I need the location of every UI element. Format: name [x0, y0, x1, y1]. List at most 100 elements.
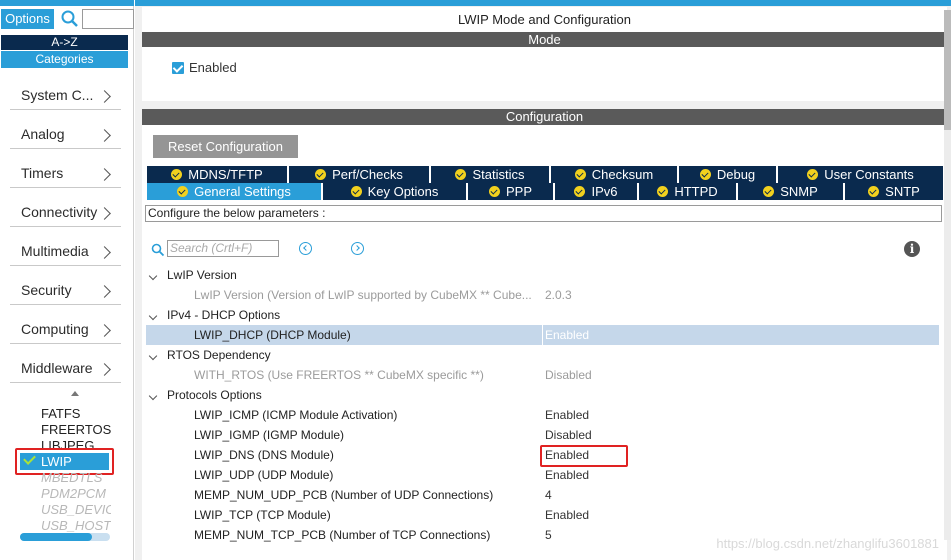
search-icon[interactable] [151, 243, 165, 257]
param-row[interactable]: LwIP Version (Version of LwIP supported … [146, 285, 939, 305]
tab-key-options[interactable]: Key Options [323, 183, 468, 200]
param-value[interactable]: Disabled [545, 425, 592, 445]
tab-label: General Settings [194, 184, 291, 199]
left-top-bar [0, 0, 134, 6]
tab-httpd[interactable]: HTTPD [639, 183, 738, 200]
chevron-right-icon [98, 324, 111, 337]
check-circle-icon [807, 169, 819, 180]
middleware-item-mbedtls[interactable]: MBEDTLS [41, 471, 102, 485]
tab-sntp[interactable]: SNTP [845, 183, 943, 200]
category-computing[interactable]: Computing [10, 306, 121, 344]
category-system-core[interactable]: System C... [10, 72, 121, 110]
category-security[interactable]: Security [10, 267, 121, 305]
scrollbar-thumb[interactable] [20, 533, 92, 541]
tab-snmp[interactable]: SNMP [738, 183, 845, 200]
reset-configuration-button[interactable]: Reset Configuration [153, 135, 298, 158]
category-label: Analog [21, 126, 65, 142]
configuration-section-header: Configuration [142, 109, 947, 125]
parameter-search-input[interactable]: Search (Crtl+F) [167, 240, 279, 257]
category-middleware[interactable]: Middleware [10, 345, 121, 383]
param-value[interactable]: Enabled [545, 325, 589, 345]
scroll-up-icon[interactable] [71, 391, 79, 396]
category-search-input[interactable] [82, 9, 134, 29]
collapse-arrow-icon [148, 391, 158, 401]
tab-label: SNMP [780, 184, 818, 199]
param-row[interactable]: LWIP_IGMP (IGMP Module) Disabled [146, 425, 939, 445]
mode-section-header: Mode [142, 32, 947, 47]
group-ipv4-dhcp[interactable]: IPv4 - DHCP Options [148, 305, 940, 325]
param-name: LWIP_TCP (TCP Module) [194, 508, 331, 522]
category-analog[interactable]: Analog [10, 111, 121, 149]
param-value[interactable]: Enabled [545, 465, 589, 485]
group-lwip-version[interactable]: LwIP Version [148, 265, 940, 285]
tab-label: HTTPD [674, 184, 718, 199]
scrollbar-thumb[interactable] [944, 10, 951, 130]
group-rtos-dependency[interactable]: RTOS Dependency [148, 345, 940, 365]
category-label: Computing [21, 321, 89, 337]
param-row[interactable]: MEMP_NUM_UDP_PCB (Number of UDP Connecti… [146, 485, 939, 505]
configuration-section: Reset Configuration MDNS/TFTP Perf/Check… [142, 125, 947, 560]
check-circle-icon [455, 169, 467, 180]
vertical-scrollbar[interactable] [944, 10, 951, 540]
middleware-item-pdm2pcm[interactable]: PDM2PCM [41, 487, 106, 501]
next-result-icon[interactable] [351, 242, 364, 255]
chevron-right-icon [98, 363, 111, 376]
category-timers[interactable]: Timers [10, 150, 121, 188]
middleware-item-freertos[interactable]: FREERTOS [41, 423, 111, 437]
right-panel: LWIP Mode and Configuration Mode Enabled… [135, 0, 951, 560]
middleware-item-usb-host[interactable]: USB_HOST [41, 519, 111, 533]
tab-mdns-tftp[interactable]: MDNS/TFTP [147, 166, 289, 183]
param-row[interactable]: WITH_RTOS (Use FREERTOS ** CubeMX specif… [146, 365, 939, 385]
previous-result-icon[interactable] [299, 242, 312, 255]
param-row-selected[interactable]: LWIP_DHCP (DHCP Module) Enabled [146, 325, 939, 345]
tab-ipv6[interactable]: IPv6 [555, 183, 639, 200]
check-circle-icon [350, 186, 362, 197]
horizontal-scrollbar[interactable] [20, 533, 110, 541]
middleware-item-usb-device[interactable]: USB_DEVICE [41, 503, 111, 517]
tab-ppp[interactable]: PPP [468, 183, 555, 200]
search-icon[interactable] [60, 9, 80, 29]
sort-az-button[interactable]: A->Z [1, 35, 128, 50]
categories-button[interactable]: Categories [1, 51, 128, 68]
param-row[interactable]: LWIP_UDP (UDP Module) Enabled [146, 465, 939, 485]
param-name: LWIP_ICMP (ICMP Module Activation) [194, 408, 398, 422]
tab-statistics[interactable]: Statistics [431, 166, 551, 183]
check-circle-icon [315, 169, 327, 180]
options-button[interactable]: Options [1, 9, 54, 29]
param-name: WITH_RTOS (Use FREERTOS ** CubeMX specif… [194, 368, 484, 382]
check-circle-icon [488, 186, 500, 197]
chevron-right-icon [98, 90, 111, 103]
tab-checksum[interactable]: Checksum [551, 166, 679, 183]
tab-general-settings[interactable]: General Settings [147, 183, 323, 200]
category-label: Multimedia [21, 243, 89, 259]
param-value[interactable]: 5 [545, 525, 552, 545]
right-top-bar [135, 0, 951, 6]
middleware-item-fatfs[interactable]: FATFS [41, 407, 80, 421]
tab-debug[interactable]: Debug [679, 166, 778, 183]
category-connectivity[interactable]: Connectivity [10, 189, 121, 227]
tab-perf-checks[interactable]: Perf/Checks [289, 166, 431, 183]
enabled-checkbox[interactable] [172, 62, 184, 74]
param-name: LWIP_UDP (UDP Module) [194, 468, 334, 482]
param-value[interactable]: 4 [545, 485, 552, 505]
column-divider [542, 325, 543, 345]
check-circle-icon [657, 186, 669, 197]
check-circle-icon [574, 186, 586, 197]
category-multimedia[interactable]: Multimedia [10, 228, 121, 266]
options-row: Options [0, 8, 134, 30]
check-circle-icon [868, 186, 880, 197]
param-value[interactable]: Enabled [545, 405, 589, 425]
group-protocols-options[interactable]: Protocols Options [148, 385, 940, 405]
chevron-right-icon [98, 168, 111, 181]
check-circle-icon [171, 169, 183, 180]
tab-user-constants[interactable]: User Constants [778, 166, 943, 183]
param-row[interactable]: LWIP_TCP (TCP Module) Enabled [146, 505, 939, 525]
collapse-arrow-icon [148, 351, 158, 361]
category-label: Middleware [21, 360, 93, 376]
info-icon[interactable]: i [904, 241, 920, 257]
tab-label: User Constants [824, 167, 914, 182]
check-circle-icon [177, 186, 189, 197]
param-row[interactable]: LWIP_ICMP (ICMP Module Activation) Enable… [146, 405, 939, 425]
param-value[interactable]: Enabled [545, 505, 589, 525]
chevron-right-icon [98, 246, 111, 259]
